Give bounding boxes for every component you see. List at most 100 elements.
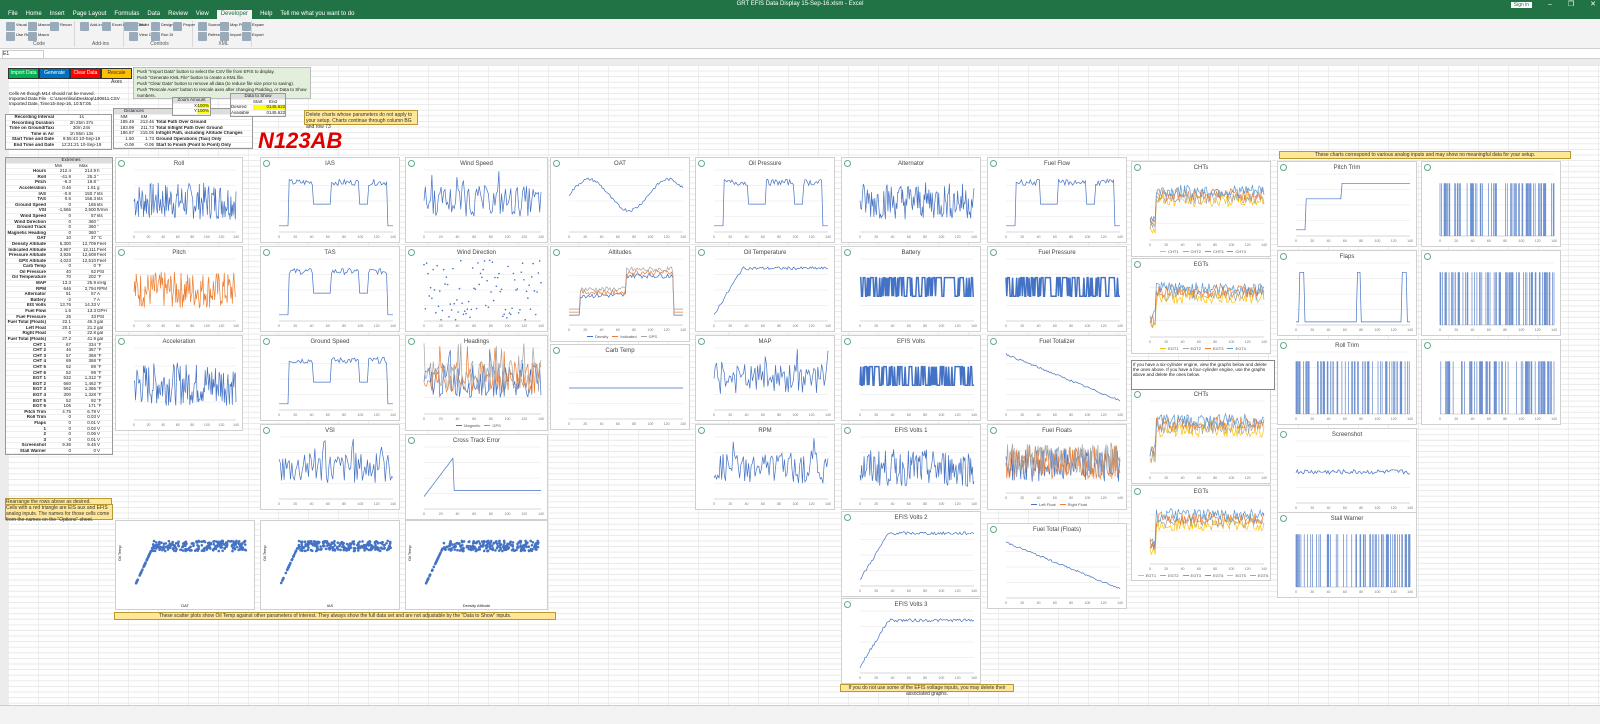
desired-end[interactable]: 145.6222 bbox=[269, 105, 285, 110]
ribbon-button-icon[interactable] bbox=[80, 22, 89, 31]
chart-fuel-total-floats-[interactable]: Fuel Total (Floats) 0 20 40 60 80 100 120 140 bbox=[987, 523, 1127, 609]
ribbon-button-icon[interactable] bbox=[220, 32, 229, 41]
ribbon-button-label[interactable]: View Code bbox=[139, 32, 151, 37]
ribbon-button-icon[interactable] bbox=[129, 22, 138, 31]
chart-vsi[interactable]: VSI 0 20 40 60 80 100 120 140 bbox=[260, 424, 400, 510]
chart-fuel-totalizer[interactable]: Fuel Totalizer 0 20 40 60 80 100 120 140 bbox=[987, 335, 1127, 421]
scatter-chart[interactable]: IAS Oil Temp bbox=[260, 520, 400, 610]
tab-review[interactable]: Review bbox=[168, 10, 188, 19]
chart-efis-volts-1[interactable]: EFIS Volts 1 0 20 40 60 80 100 120 140 bbox=[841, 424, 981, 510]
chart-efis-volts[interactable]: EFIS Volts 0 20 40 60 80 100 120 140 bbox=[841, 335, 981, 421]
ribbon-button-icon[interactable] bbox=[50, 22, 59, 31]
chart-wind-speed[interactable]: Wind Speed 0 20 40 60 80 100 120 140 bbox=[405, 157, 548, 243]
chart-oat[interactable]: OAT 0 20 40 60 80 100 120 140 bbox=[550, 157, 690, 243]
chart-tas[interactable]: TAS 0 20 40 60 80 100 120 140 bbox=[260, 246, 400, 332]
chart-fuel-flow[interactable]: Fuel Flow 0 20 40 60 80 100 120 140 bbox=[987, 157, 1127, 243]
chart-screenshot[interactable]: Screenshot 0 20 40 60 80 100 120 140 bbox=[1277, 428, 1417, 514]
zoom-y-value[interactable]: 100% bbox=[197, 109, 209, 114]
name-box[interactable]: E1 bbox=[2, 50, 44, 59]
tab-view[interactable]: View bbox=[196, 10, 209, 19]
ribbon-button-label[interactable]: Map Properties bbox=[230, 22, 242, 27]
ribbon-button-icon[interactable] bbox=[173, 22, 182, 31]
tab-file[interactable]: File bbox=[8, 10, 18, 19]
ribbon-button-icon[interactable] bbox=[28, 22, 37, 31]
chart-efis-volts-3[interactable]: EFIS Volts 3 0 20 40 60 80 100 120 140 bbox=[841, 598, 981, 684]
tab-tell-me-what-you-want-to-do[interactable]: Tell me what you want to do bbox=[280, 10, 354, 19]
ribbon-button-label[interactable]: Import bbox=[230, 32, 242, 37]
chart-analog-39[interactable]: 0 20 40 60 80 100 120 140 bbox=[1421, 250, 1561, 336]
chart-altitudes[interactable]: Altitudes 0 20 40 60 80 100 120 140 Density Indica… bbox=[550, 246, 690, 342]
chart-battery[interactable]: Battery 0 20 40 60 80 100 120 140 bbox=[841, 246, 981, 332]
ribbon-button-label[interactable]: Use Relative References bbox=[16, 32, 28, 37]
tab-page-layout[interactable]: Page Layout bbox=[73, 10, 107, 19]
tab-insert[interactable]: Insert bbox=[50, 10, 65, 19]
ribbon-button-label[interactable]: Record Macro bbox=[60, 22, 72, 27]
ribbon-button-icon[interactable] bbox=[242, 32, 251, 41]
chart-stall-warner[interactable]: Stall Warner 0 20 40 60 80 100 120 140 bbox=[1277, 512, 1417, 598]
tab-home[interactable]: Home bbox=[26, 10, 42, 19]
chart-alternator[interactable]: Alternator 0 20 40 60 80 100 120 140 bbox=[841, 157, 981, 243]
chart-oil-temperature[interactable]: Oil Temperature 0 20 40 60 80 100 120 140 bbox=[695, 246, 835, 332]
chart-acceleration[interactable]: Acceleration 0 20 40 60 80 100 120 140 bbox=[115, 335, 243, 431]
zoom-x-value[interactable]: 100% bbox=[197, 103, 209, 109]
chart-oil-pressure[interactable]: Oil Pressure 0 20 40 60 80 100 120 140 bbox=[695, 157, 835, 243]
chart-rpm[interactable]: RPM 0 20 40 60 80 100 120 140 bbox=[695, 424, 835, 510]
chart-roll-trim[interactable]: Roll Trim 0 20 40 60 80 100 120 140 bbox=[1277, 339, 1417, 425]
ribbon-button-icon[interactable] bbox=[242, 22, 251, 31]
chart-flaps[interactable]: Flaps 0 20 40 60 80 100 120 140 bbox=[1277, 250, 1417, 336]
chart-pitch[interactable]: Pitch 0 20 40 60 80 100 120 140 bbox=[115, 246, 243, 332]
ribbon-button-label[interactable]: Source bbox=[208, 22, 220, 27]
ribbon-button-icon[interactable] bbox=[198, 22, 207, 31]
ribbon-button-label[interactable]: Export bbox=[252, 32, 264, 37]
chart-pitch-trim[interactable]: Pitch Trim 0 20 40 60 80 100 120 140 bbox=[1277, 161, 1417, 247]
chart-ground-speed[interactable]: Ground Speed 0 20 40 60 80 100 120 140 bbox=[260, 335, 400, 421]
ribbon-button-icon[interactable] bbox=[151, 32, 160, 41]
tab-formulas[interactable]: Formulas bbox=[114, 10, 139, 19]
ribbon-button-label[interactable]: Macros bbox=[38, 22, 50, 27]
chart-map[interactable]: MAP 0 20 40 60 80 100 120 140 bbox=[695, 335, 835, 421]
chart-analog-40[interactable]: 0 20 40 60 80 100 120 140 bbox=[1421, 339, 1561, 425]
ribbon-button-icon[interactable] bbox=[151, 22, 160, 31]
chart-egts[interactable]: EGTs 0 20 40 60 80 100 120 140 EGT1 EGT2 EGT3 EGT4 EG… bbox=[1131, 485, 1271, 581]
chart-fuel-floats[interactable]: Fuel Floats 0 20 40 60 80 100 120 140 Left Float R… bbox=[987, 424, 1127, 510]
chart-ias[interactable]: IAS 0 20 40 60 80 100 120 140 bbox=[260, 157, 400, 243]
ribbon-button-icon[interactable] bbox=[28, 32, 37, 41]
chart-roll[interactable]: Roll 0 20 40 60 80 100 120 140 bbox=[115, 157, 243, 243]
ribbon-button-icon[interactable] bbox=[6, 32, 15, 41]
ribbon-button-label[interactable]: Expansion Packs bbox=[252, 22, 264, 27]
ribbon-button-label[interactable]: Design Mode bbox=[161, 22, 173, 27]
chart-chts[interactable]: CHTs 0 20 40 60 80 100 120 140 bbox=[1131, 388, 1271, 484]
ribbon-button-label[interactable]: Properties bbox=[183, 22, 195, 27]
chart-analog-38[interactable]: 0 20 40 60 80 100 120 140 bbox=[1421, 161, 1561, 247]
chart-wind-direction[interactable]: Wind Direction 0 20 40 60 80 100 120 140 bbox=[405, 246, 548, 332]
chart-chts[interactable]: CHTs 0 20 40 60 80 100 120 140 CHT1 CHT2 CHT3 CHT4 bbox=[1131, 161, 1271, 257]
clear-data-button[interactable]: Clear Data bbox=[70, 68, 101, 79]
ribbon-button-icon[interactable] bbox=[220, 22, 229, 31]
ribbon-button-icon[interactable] bbox=[102, 22, 111, 31]
ribbon-button-label[interactable]: Add-ins bbox=[90, 22, 102, 27]
ribbon-button-label[interactable]: Excel Add-ins bbox=[112, 22, 124, 27]
generate-kml-button[interactable]: Generate KML bbox=[39, 68, 70, 85]
sign-in-link[interactable]: Sign in bbox=[1510, 2, 1533, 8]
chart-headings[interactable]: Headings 0 20 40 60 80 100 120 140 Magnetic GPS bbox=[405, 335, 548, 431]
ribbon-button-label[interactable]: Visual Basic bbox=[16, 22, 28, 27]
ribbon-button-icon[interactable] bbox=[6, 22, 15, 31]
tab-data[interactable]: Data bbox=[147, 10, 160, 19]
chart-efis-volts-2[interactable]: EFIS Volts 2 0 20 40 60 80 100 120 140 bbox=[841, 511, 981, 597]
ribbon-button-label[interactable]: Insert bbox=[139, 22, 151, 27]
desired-start[interactable]: 0 bbox=[253, 105, 269, 110]
ribbon-button-label[interactable]: Run Dialog bbox=[161, 32, 173, 37]
chart-carb-temp[interactable]: Carb Temp 0 20 40 60 80 100 120 140 bbox=[550, 344, 690, 430]
ribbon-button-label[interactable]: Macro Security bbox=[38, 32, 50, 37]
tab-developer[interactable]: Developer bbox=[216, 10, 253, 19]
rescale-axes-button[interactable]: Rescale Axes bbox=[101, 68, 132, 85]
ribbon-button-icon[interactable] bbox=[129, 32, 138, 41]
ribbon-button-label[interactable]: Refresh Data bbox=[208, 32, 220, 37]
scatter-chart[interactable]: Density Altitude Oil Temp bbox=[405, 520, 548, 610]
scatter-chart[interactable]: OAT Oil Temp bbox=[115, 520, 255, 610]
import-data-button[interactable]: Import Data bbox=[8, 68, 39, 79]
restore-icon[interactable]: ❐ bbox=[1568, 1, 1574, 8]
chart-fuel-pressure[interactable]: Fuel Pressure 0 20 40 60 80 100 120 140 bbox=[987, 246, 1127, 332]
tab-help[interactable]: Help bbox=[260, 10, 272, 19]
close-icon[interactable]: ✕ bbox=[1590, 1, 1596, 8]
